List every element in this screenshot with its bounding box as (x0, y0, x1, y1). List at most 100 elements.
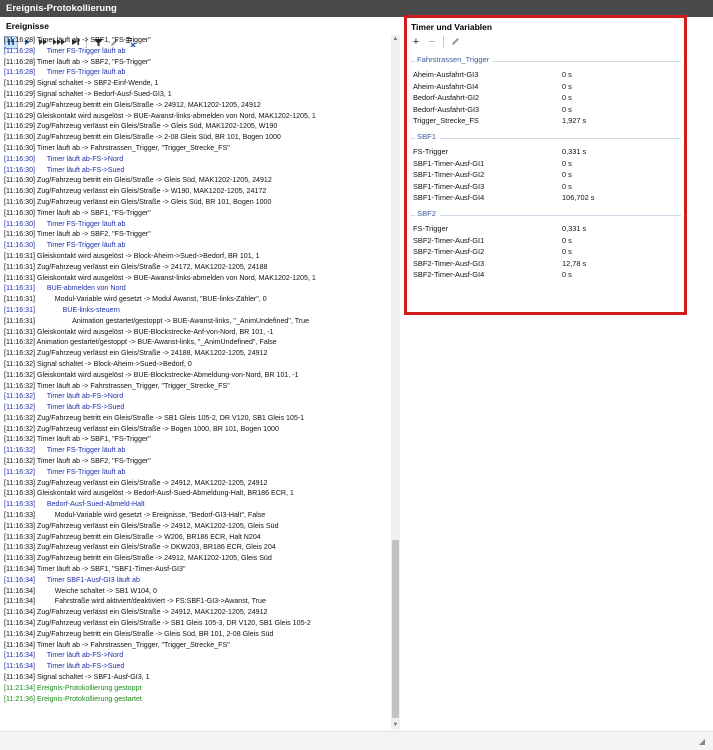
log-line: [11:16:31] Animation gestartet/gestoppt … (4, 316, 310, 325)
log-line: [11:16:32] Signal schaltet -> Block-Ahei… (4, 359, 192, 368)
edit-pencil-icon[interactable] (448, 35, 462, 48)
log-line: [11:16:30] Timer FS-Trigger läuft ab (4, 241, 126, 250)
var-name: FS-Trigger (413, 147, 449, 156)
log-line: [11:16:32] Zug/Fahrzeug verlässt ein Gle… (4, 349, 268, 358)
group-header[interactable]: Fahrstrassen_Trigger (411, 55, 681, 66)
var-name: Aheim-Ausfahrt-GI3 (413, 70, 479, 79)
group-header-rule (440, 138, 681, 139)
var-value: 0 s (562, 70, 572, 79)
var-name: SBF1-Timer-Ausf-GI4 (413, 193, 485, 203)
log-scrollbar[interactable]: ▲ ▼ (391, 35, 400, 730)
log-line: [11:16:30] Timer läuft ab -> SBF2, "FS-T… (4, 230, 151, 239)
var-value: 0 s (562, 270, 572, 280)
log-line: [11:21:36] Ereignis-Protokollierung gest… (4, 694, 142, 703)
log-line: [11:16:33] Gleiskontakt wird ausgelöst -… (4, 489, 294, 498)
vars-toolbar: + − (409, 35, 464, 48)
event-log[interactable]: [11:16:28] Timer läuft ab -> SBF1, "FS-T… (4, 35, 389, 730)
log-line: [11:16:34] Timer läuft ab -> Fahrstrasse… (4, 640, 230, 649)
log-line: [11:16:30] Zug/Fahrzeug verlässt ein Gle… (4, 187, 267, 196)
var-value: 12,78 s (562, 258, 587, 268)
var-value: 0 s (562, 170, 572, 180)
var-row[interactable]: FS-Trigger 0,331 s (413, 223, 678, 235)
var-value: 0,331 s (562, 224, 587, 233)
var-name: SBF2-Timer-Ausf-GI3 (413, 258, 485, 268)
var-name: FS-Trigger (413, 224, 449, 233)
resize-grip-icon[interactable]: ◢ (699, 737, 705, 746)
log-line: [11:16:31] Gleiskontakt wird ausgelöst -… (4, 251, 260, 260)
toolbar-separator (443, 35, 444, 48)
group-header-label: SBF2 (417, 209, 436, 218)
var-row[interactable]: Bedorf-Ausfahrt-GI2 0 s (413, 92, 678, 104)
events-panel-title: Ereignisse (6, 21, 49, 31)
add-icon[interactable]: + (409, 35, 423, 48)
log-line: [11:16:30] Zug/Fahrzeug verlässt ein Gle… (4, 197, 272, 206)
var-row[interactable]: Aheim-Ausfahrt-GI4 0 s (413, 81, 678, 93)
var-value: 106,702 s (562, 193, 595, 203)
group-header-rule (411, 138, 415, 139)
log-line: [11:16:33] Zug/Fahrzeug betritt ein Glei… (4, 532, 261, 541)
var-row[interactable]: SBF2-Timer-Ausf-GI4 0 s (413, 269, 678, 281)
log-line: [11:16:34] Zug/Fahrzeug betritt ein Glei… (4, 629, 274, 638)
log-line: [11:16:34] Timer läuft ab-FS->Nord (4, 651, 124, 660)
group-header-rule (411, 215, 415, 216)
var-name: Aheim-Ausfahrt-GI4 (413, 81, 479, 91)
var-row[interactable]: SBF1-Timer-Ausf-GI3 0 s (413, 181, 678, 193)
log-line: [11:16:31] BUE-links-steuern (4, 305, 120, 314)
log-line: [11:16:28] Timer läuft ab -> SBF2, "FS-T… (4, 57, 151, 66)
scroll-thumb[interactable] (392, 540, 399, 718)
log-line: [11:16:29] Signal schaltet -> Bedorf-Aus… (4, 89, 172, 98)
log-line: [11:16:30] Timer läuft ab -> Fahrstrasse… (4, 143, 230, 152)
log-line: [11:16:34] Fahrstraße wird aktiviert/dea… (4, 597, 266, 606)
log-line: [11:16:32] Animation gestartet/gestoppt … (4, 338, 277, 347)
var-row[interactable]: Aheim-Ausfahrt-GI3 0 s (413, 69, 678, 81)
scroll-up-arrow-icon[interactable]: ▲ (391, 35, 400, 44)
var-row[interactable]: SBF2-Timer-Ausf-GI1 0 s (413, 235, 678, 247)
var-row[interactable]: SBF1-Timer-Ausf-GI4 106,702 s (413, 192, 678, 204)
log-line: [11:16:34] Zug/Fahrzeug verlässt ein Gle… (4, 619, 311, 628)
remove-icon[interactable]: − (425, 35, 439, 48)
log-line: [11:16:32] Gleiskontakt wird ausgelöst -… (4, 370, 299, 379)
var-row[interactable]: SBF2-Timer-Ausf-GI3 12,78 s (413, 258, 678, 270)
log-line: [11:21:34] Ereignis-Protokollierung gest… (4, 683, 142, 692)
group-header[interactable]: SBF1 (411, 132, 681, 143)
var-value: 0 s (562, 104, 572, 114)
var-row[interactable]: SBF1-Timer-Ausf-GI2 0 s (413, 169, 678, 181)
var-name: SBF1-Timer-Ausf-GI1 (413, 158, 485, 168)
var-row[interactable]: SBF2-Timer-Ausf-GI2 0 s (413, 246, 678, 258)
log-line: [11:16:32] Timer läuft ab-FS->Nord (4, 392, 124, 401)
log-line: [11:16:31] Zug/Fahrzeug verlässt ein Gle… (4, 262, 268, 271)
log-line: [11:16:28] Timer FS-Trigger läuft ab (4, 46, 126, 55)
log-line: [11:16:31] BUE-abmelden von Nord (4, 284, 126, 293)
log-line: [11:16:32] Zug/Fahrzeug betritt ein Glei… (4, 413, 305, 422)
log-line: [11:16:34] Zug/Fahrzeug verlässt ein Gle… (4, 608, 268, 617)
var-row[interactable]: FS-Trigger 0,331 s (413, 146, 678, 158)
vars-panel-title: Timer und Variablen (411, 22, 493, 32)
log-line: [11:16:34] Signal schaltet -> SBF1-Ausf-… (4, 673, 150, 682)
var-name: Bedorf-Ausfahrt-GI3 (413, 104, 480, 114)
var-name: Trigger_Strecke_FS (413, 116, 479, 126)
group-header-rule (440, 215, 681, 216)
var-value: 0 s (562, 93, 572, 103)
log-line: [11:16:32] Timer läuft ab-FS->Sued (4, 403, 125, 412)
var-row[interactable]: Bedorf-Ausfahrt-GI3 0 s (413, 104, 678, 116)
scroll-down-arrow-icon[interactable]: ▼ (391, 721, 400, 730)
log-line: [11:16:34] Weiche schaltet -> SB1 W104, … (4, 586, 157, 595)
var-name: Bedorf-Ausfahrt-GI2 (413, 93, 480, 103)
var-row[interactable]: SBF1-Timer-Ausf-GI1 0 s (413, 158, 678, 170)
var-name: SBF2-Timer-Ausf-GI2 (413, 247, 485, 257)
log-line: [11:16:30] Timer läuft ab-FS->Nord (4, 154, 124, 163)
log-line: [11:16:33] Zug/Fahrzeug betritt ein Glei… (4, 554, 272, 563)
group-header-label: SBF1 (417, 132, 436, 141)
var-row[interactable]: Trigger_Strecke_FS 1,927 s (413, 115, 678, 127)
log-line: [11:16:30] Timer läuft ab -> SBF1, "FS-T… (4, 208, 151, 217)
group-header-rule (411, 61, 415, 62)
log-line: [11:16:28] Timer läuft ab -> SBF1, "FS-T… (4, 36, 151, 44)
group-header[interactable]: SBF2 (411, 209, 681, 220)
log-line: [11:16:31] Gleiskontakt wird ausgelöst -… (4, 327, 274, 336)
log-line: [11:16:32] Zug/Fahrzeug verlässt ein Gle… (4, 424, 279, 433)
log-line: [11:16:32] Timer FS-Trigger läuft ab (4, 467, 126, 476)
var-value: 0 s (562, 158, 572, 168)
var-value: 0 s (562, 247, 572, 257)
var-name: SBF1-Timer-Ausf-GI3 (413, 181, 485, 191)
group-header-rule (493, 61, 681, 62)
